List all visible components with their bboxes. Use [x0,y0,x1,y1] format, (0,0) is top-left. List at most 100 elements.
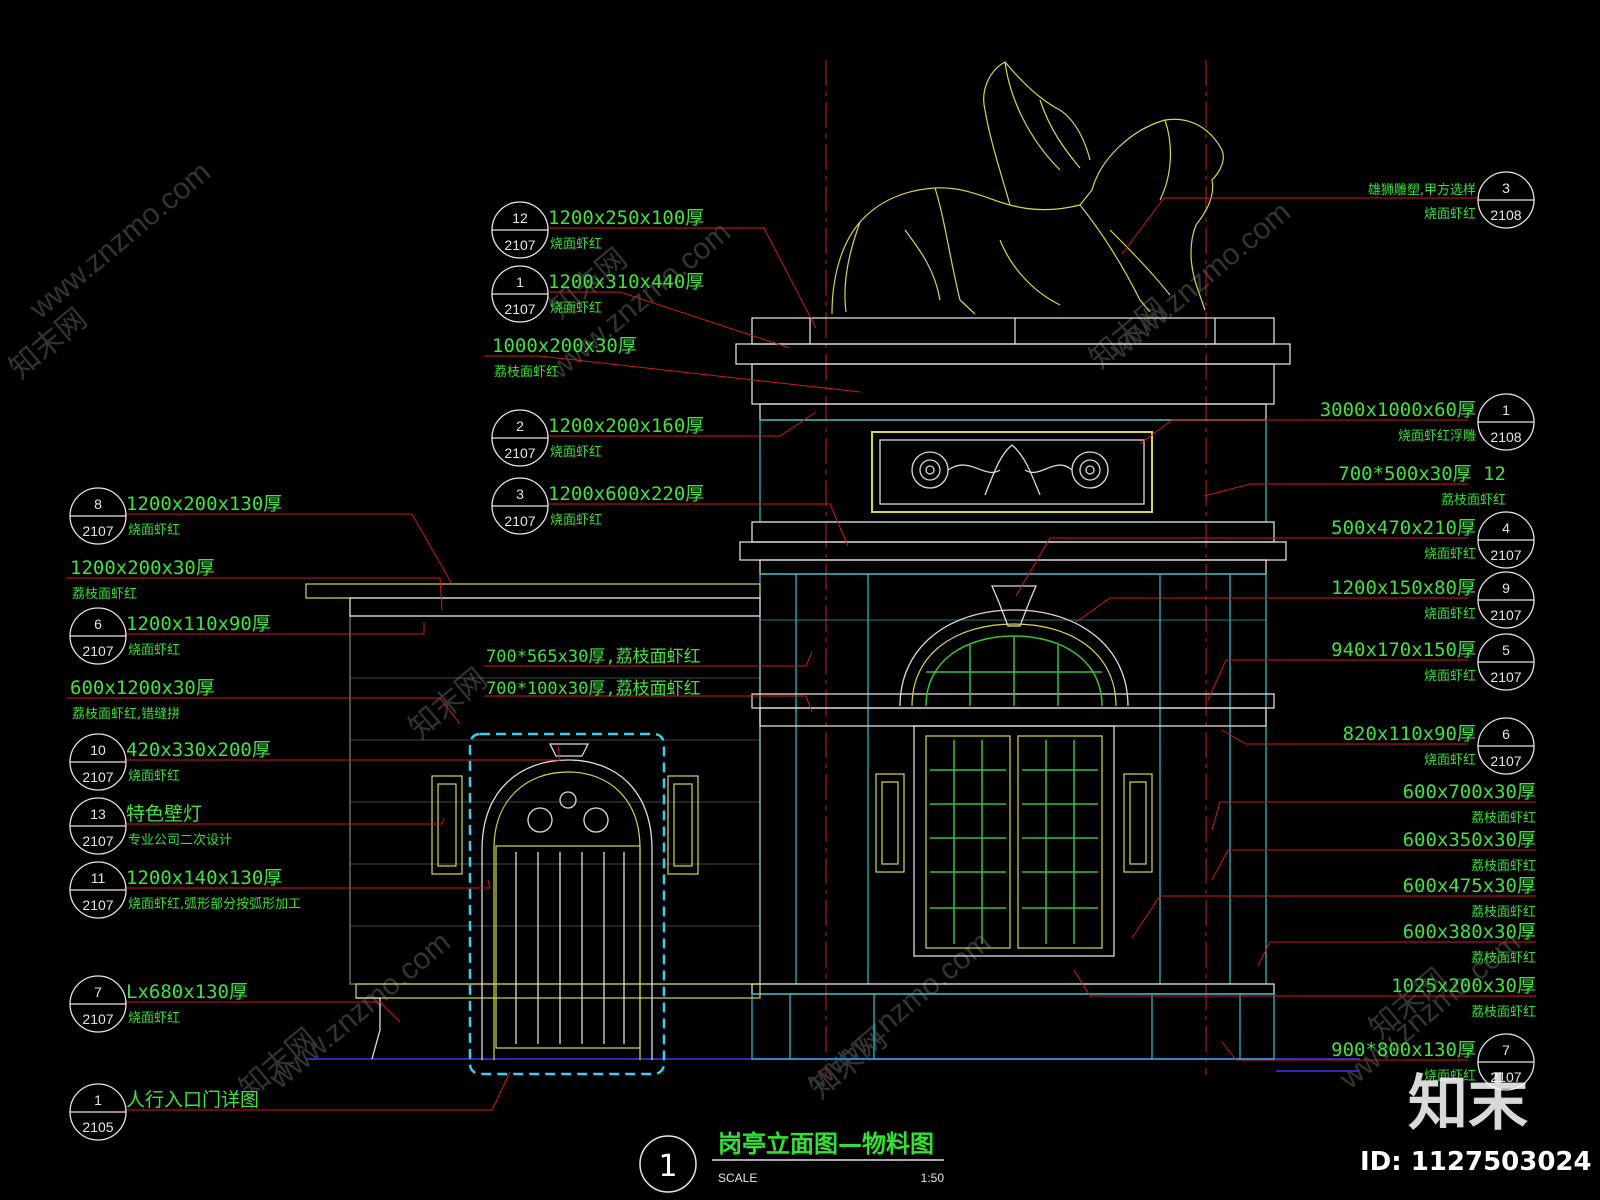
wall-lamp-icon [431,775,699,875]
callout-material: 荔枝面虾红 [1471,810,1536,826]
center-note-1: 700*565x30厚,荔枝面虾红 [486,647,701,667]
callout-number: 3 [1502,180,1510,196]
scale-value: 1:50 [921,1171,945,1185]
callout-dimension: 500x470x210厚 [1331,517,1476,539]
callout-material: 烧面虾红 [550,236,602,252]
callout-sheet: 2108 [1490,429,1521,445]
center-note-2: 700*100x30厚,荔枝面虾红 [486,679,701,699]
callout-dimension: 1200x600x220厚 [548,483,704,505]
wall-lamp-icon [875,773,1153,873]
callout-number: 1 [94,1092,102,1108]
callout-dimension: 1200x110x90厚 [126,613,271,635]
callout-number: 7 [1502,1042,1510,1058]
gate-bars [515,852,625,1044]
callout-number: 9 [1502,580,1510,596]
scale-label: SCALE [718,1171,757,1185]
relief-panel [911,444,1109,496]
brand-logo: 知末 [1408,1069,1528,1139]
callout-sheet: 2107 [1490,669,1521,685]
callout-dimension: 900*800x130厚 [1331,1039,1476,1061]
callout-number: 1 [1502,402,1510,418]
callout-material: 烧面虾红 [550,300,602,316]
callout-dimension: 1025x200x30厚 [1391,975,1536,997]
callout-sheet: 2107 [504,445,535,461]
callout-number: 7 [94,984,102,1000]
callout-material: 烧面虾红 [1424,206,1476,222]
callout-number: 6 [1502,726,1510,742]
lion-sculpture [831,61,1224,315]
callout-sheet: 2107 [82,833,113,849]
callout-material: 荔枝面虾红 [1471,904,1536,920]
callout-number: 3 [516,486,524,502]
callout-dimension: 600x475x30厚 [1403,875,1536,897]
drawing-title: 岗亭立面图—物料图 [718,1130,934,1158]
callout-material: 烧面虾红 [128,768,180,784]
callout-sheet: 2108 [1490,207,1521,223]
callout-dimension: 1200x150x80厚 [1331,577,1476,599]
watermark-brand: 知末网 [403,662,493,745]
door-muntins [930,740,1098,944]
callout-material: 荔枝面虾红 [1471,950,1536,966]
callout-material: 专业公司二次设计 [128,832,232,848]
callout-dimension: 600x1200x30厚 [70,677,215,699]
callout-material: 烧面虾红 [550,444,602,460]
callout-dimension: 940x170x150厚 [1331,639,1476,661]
callout-sheet: 2107 [82,523,113,539]
callout-dimension: 1200x200x30厚 [70,557,215,579]
callout-number: 5 [1502,642,1510,658]
callout-sheet: 2105 [82,1119,113,1135]
callout-dimension: 1200x200x160厚 [548,415,704,437]
callout-material: 烧面虾红 [1424,606,1476,622]
watermark-text: www.znzmo.com [23,155,217,326]
callout-dimension: 600x380x30厚 [1403,921,1536,943]
callout-material: 荔枝面虾红,错缝拼 [72,706,180,722]
title-block: 1 岗亭立面图—物料图 SCALE 1:50 [639,1130,945,1193]
callout-dimension: 人行入口门详图 [126,1089,259,1111]
callout-number: 8 [94,496,102,512]
callout-sheet: 2107 [504,513,535,529]
callout-number: 2 [516,418,524,434]
callout-material: 烧面虾红 [1424,546,1476,562]
callout-dimension: 700*500x30厚 12 [1338,463,1506,485]
callout-dimension: 1000x200x30厚 [492,335,637,357]
callout-dimension: 600x700x30厚 [1403,781,1536,803]
callout-sheet: 2107 [82,897,113,913]
callout-material: 烧面虾红浮雕 [1398,428,1476,444]
callout-material: 荔枝面虾红 [1471,858,1536,874]
callout-dimension: 1200x140x130厚 [126,867,282,889]
elevation-drawing: www.znzmo.com www.znzmo.com www.znzmo.co… [3,60,1592,1193]
guardhouse-facade [735,317,1291,1060]
callout-material: 烧面虾红,弧形部分按弧形加工 [128,896,301,912]
center-lines [825,60,1207,1075]
callout-number: 11 [91,870,106,886]
callout-dimension: 雄狮雕塑,甲方选样 [1368,182,1476,198]
image-id: ID: 1127503024 [1360,1147,1592,1177]
right-callout-list: 32108雄狮雕塑,甲方选样烧面虾红121083000x1000x60厚烧面虾红… [1320,171,1536,1091]
callout-material: 荔枝面虾红 [1471,1004,1536,1020]
callout-sheet: 2107 [504,237,535,253]
callout-dimension: 1200x200x130厚 [126,493,282,515]
callout-material: 烧面虾红 [1424,752,1476,768]
callout-dimension: Lx680x130厚 [126,981,248,1003]
callout-dimension: 420x330x200厚 [126,739,271,761]
callout-number: 12 [512,210,528,226]
callout-dimension: 1200x250x100厚 [548,207,704,229]
leader-lines [66,197,1536,1111]
callout-material: 荔枝面虾红 [1441,492,1506,508]
pedestrian-gate-highlight [468,732,666,1076]
drawing-canvas: www.znzmo.com www.znzmo.com www.znzmo.co… [0,0,1600,1200]
callout-dimension: 特色壁灯 [126,803,202,825]
callout-sheet: 2107 [1490,753,1521,769]
callout-material: 烧面虾红 [128,642,180,658]
callout-sheet: 2107 [1490,547,1521,563]
callout-dimension: 820x110x90厚 [1343,723,1476,745]
callout-dimension: 1200x310x440厚 [548,271,704,293]
callout-number: 1 [516,274,524,290]
callout-number: 10 [90,742,106,758]
callout-sheet: 2107 [82,643,113,659]
callout-sheet: 2107 [504,301,535,317]
callout-number: 4 [1502,520,1510,536]
callout-dimension: 3000x1000x60厚 [1320,399,1476,421]
callout-sheet: 2107 [82,769,113,785]
callout-dimension: 600x350x30厚 [1403,829,1536,851]
